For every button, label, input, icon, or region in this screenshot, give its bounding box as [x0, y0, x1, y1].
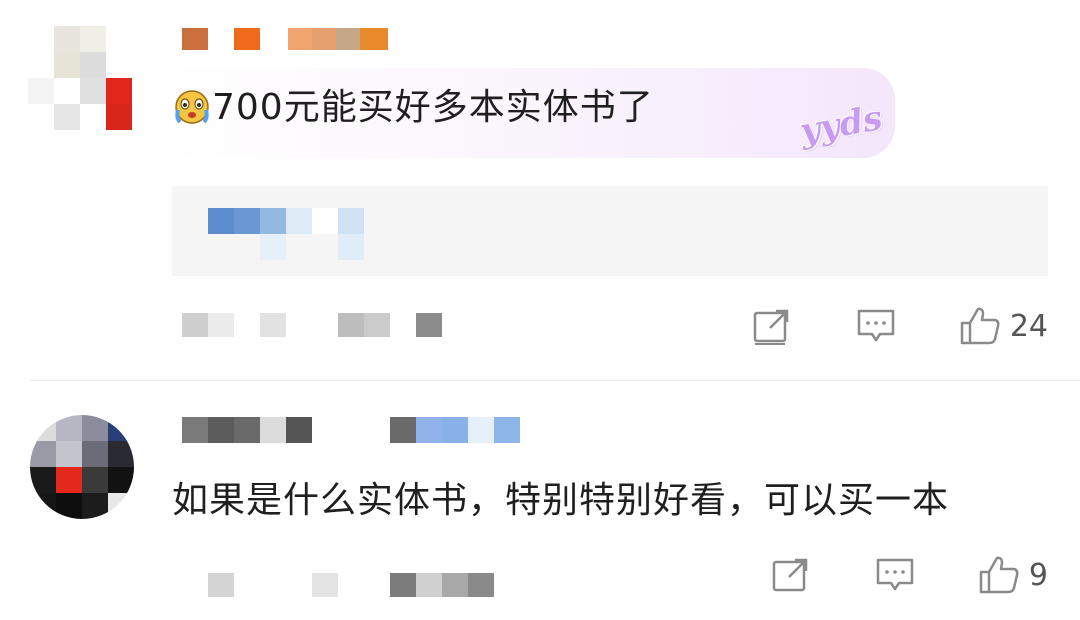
like-count: 24: [1009, 308, 1048, 344]
comment-item: 700元能买好多本实体书了 yyds 24: [0, 0, 1080, 380]
comment-button[interactable]: [854, 306, 898, 346]
comment-meta: [208, 573, 494, 597]
comment-meta: [182, 313, 442, 337]
thumbs-up-icon: [960, 307, 1000, 345]
username[interactable]: [182, 417, 520, 443]
share-icon: [753, 309, 789, 345]
thumbs-up-icon: [979, 556, 1019, 594]
comment-icon: [876, 558, 914, 591]
like-count: 9: [1028, 557, 1048, 593]
like-button[interactable]: 24: [958, 304, 1048, 348]
share-icon: [772, 558, 808, 592]
share-button[interactable]: [769, 555, 813, 595]
comment-text: 700元能买好多本实体书了: [212, 87, 654, 128]
crying-face-icon: [175, 90, 209, 124]
comment-button[interactable]: [873, 555, 917, 595]
avatar[interactable]: [28, 26, 132, 130]
comment-icon: [857, 309, 895, 342]
reply-preview-content: [208, 208, 364, 260]
username[interactable]: [182, 28, 414, 50]
avatar[interactable]: [30, 415, 134, 519]
comment-actions: 9: [769, 553, 1048, 597]
comment-text: 如果是什么实体书，特别特别好看，可以买一本: [172, 480, 950, 521]
share-button[interactable]: [750, 306, 794, 346]
comment-item: 如果是什么实体书，特别特别好看，可以买一本 9: [0, 381, 1080, 620]
like-button[interactable]: 9: [977, 553, 1048, 597]
comment-actions: 24: [750, 304, 1048, 348]
